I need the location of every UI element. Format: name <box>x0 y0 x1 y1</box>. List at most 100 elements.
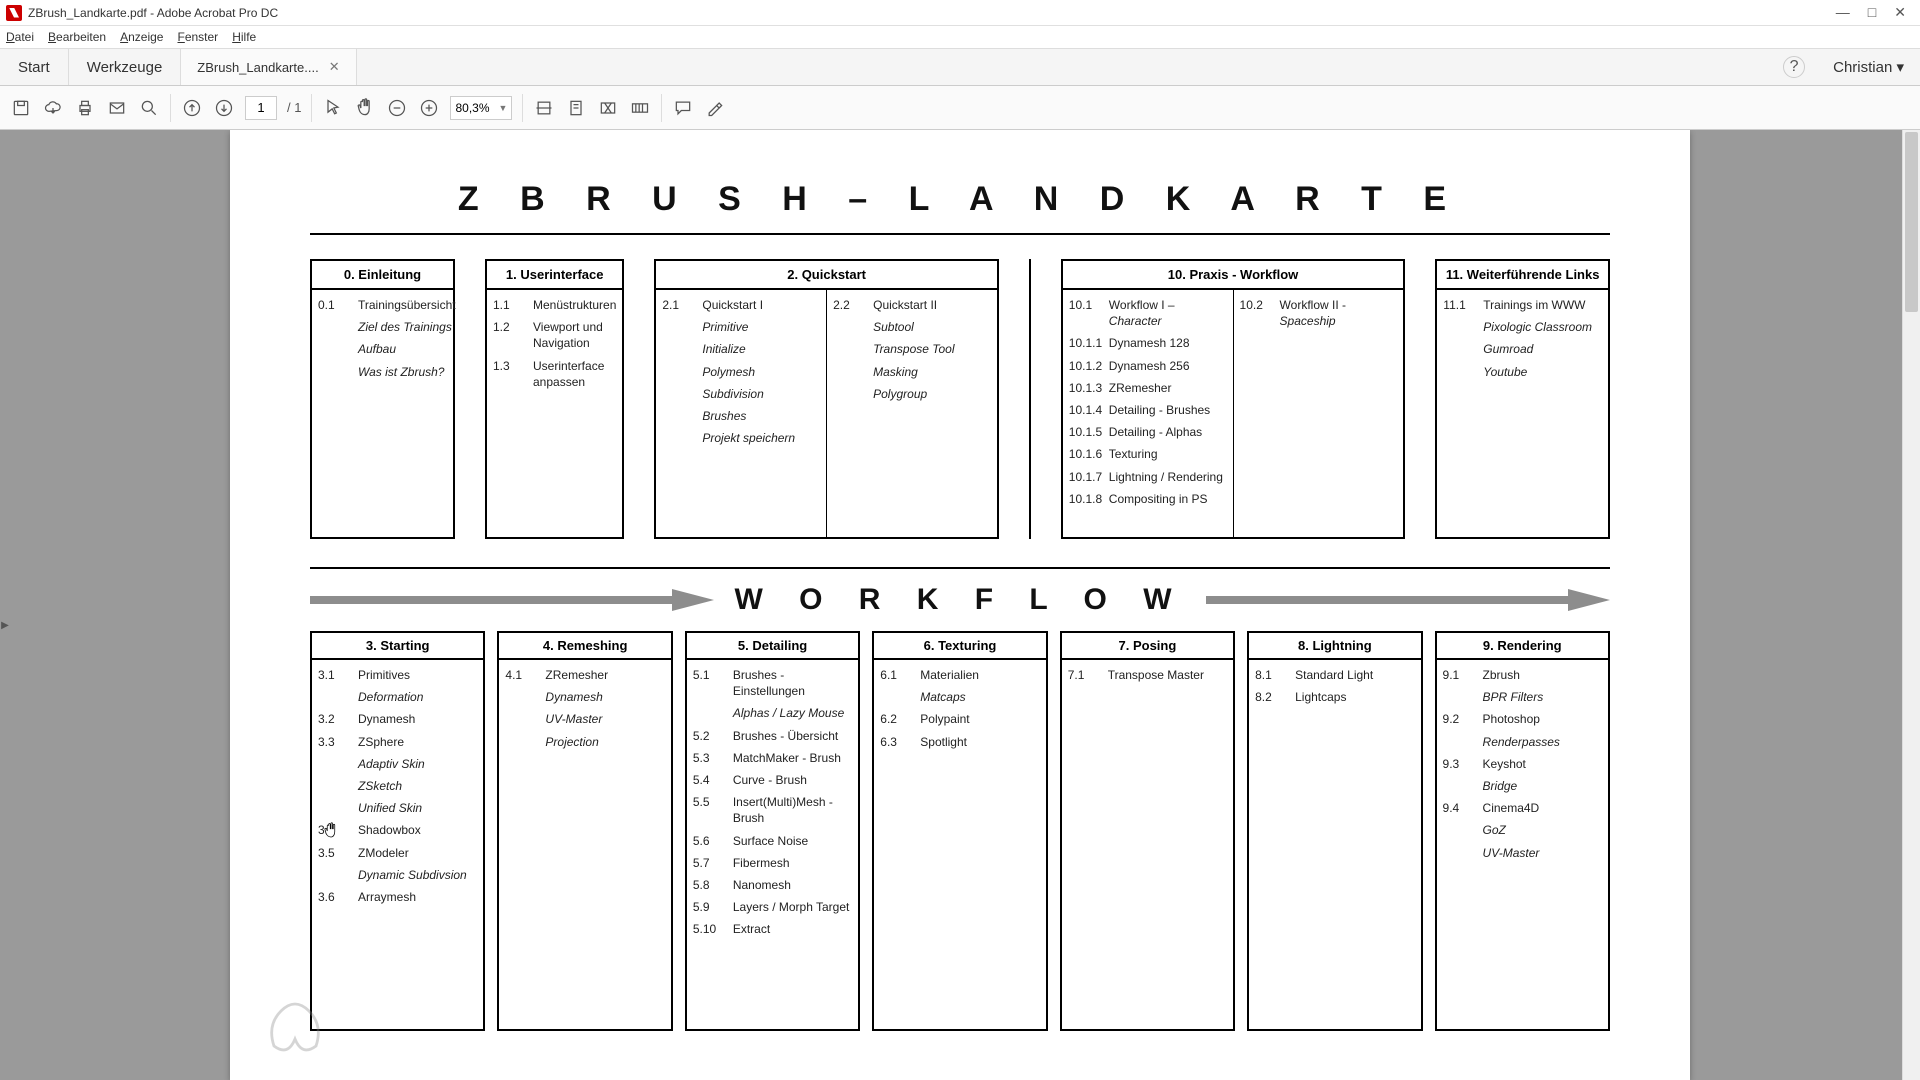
toc-card: 2. Quickstart2.1Quickstart IPrimitiveIni… <box>654 259 998 539</box>
toc-entry: Masking <box>833 361 991 383</box>
toc-entry: Deformation <box>318 686 477 708</box>
toc-entry: GoZ <box>1443 819 1602 841</box>
toc-card: 11. Weiterführende Links11.1Trainings im… <box>1435 259 1610 539</box>
rule <box>310 567 1610 569</box>
toc-entry: 9.3Keyshot <box>1443 753 1602 775</box>
menu-hilfe[interactable]: Hilfe <box>232 30 256 44</box>
toc-entry: Dynamesh <box>505 686 664 708</box>
toc-entry: Adaptiv Skin <box>318 753 477 775</box>
toc-entry: 3.5ZModeler <box>318 842 477 864</box>
toc-entry: ZSketch <box>318 775 477 797</box>
highlight-icon[interactable] <box>704 97 726 119</box>
toc-card: 10. Praxis - Workflow10.1Workflow I – Ch… <box>1061 259 1405 539</box>
card-head: 0. Einleitung <box>312 261 453 290</box>
toc-entry: 8.1Standard Light <box>1255 664 1414 686</box>
pointer-icon[interactable] <box>322 97 344 119</box>
toc-entry: 10.1.2Dynamesh 256 <box>1069 355 1227 377</box>
tab-document[interactable]: ZBrush_Landkarte.... ✕ <box>181 49 356 85</box>
fit-page-icon[interactable] <box>565 97 587 119</box>
toc-entry: Alphas / Lazy Mouse <box>693 702 852 724</box>
vertical-split <box>1029 259 1031 539</box>
user-menu[interactable]: Christian ▾ <box>1817 49 1920 85</box>
toc-entry: 9.1Zbrush <box>1443 664 1602 686</box>
toc-entry: 10.1.6Texturing <box>1069 443 1227 465</box>
arrow-left <box>310 593 714 607</box>
menu-bearbeiten[interactable]: Bearbeiten <box>48 30 106 44</box>
arrow-right <box>1206 593 1610 607</box>
hand-icon[interactable] <box>354 97 376 119</box>
minimize-button[interactable]: — <box>1836 4 1850 21</box>
tab-close-icon[interactable]: ✕ <box>329 59 340 75</box>
toc-entry: Polygroup <box>833 383 991 405</box>
toc-entry: 10.1.5Detailing - Alphas <box>1069 421 1227 443</box>
toc-entry: 10.2Workflow II - Spaceship <box>1240 294 1398 332</box>
maximize-button[interactable]: □ <box>1868 4 1876 21</box>
menu-anzeige[interactable]: Anzeige <box>120 30 163 44</box>
tab-tools[interactable]: Werkzeuge <box>69 49 182 85</box>
zoom-select[interactable]: 80,3% ▼ <box>450 96 512 120</box>
scrollbar-thumb[interactable] <box>1905 132 1918 312</box>
card-head: 1. Userinterface <box>487 261 622 290</box>
toc-entry: Renderpasses <box>1443 731 1602 753</box>
toolbar: / 1 80,3% ▼ <box>0 86 1920 130</box>
toc-entry: Pixologic Classroom <box>1443 316 1602 338</box>
toc-entry: Initialize <box>662 338 820 360</box>
toc-entry: 5.2Brushes - Übersicht <box>693 725 852 747</box>
close-button[interactable]: ✕ <box>1894 4 1906 21</box>
fit-visible-icon[interactable] <box>597 97 619 119</box>
page-input[interactable] <box>245 96 277 120</box>
sidepanel-handle[interactable]: ▶ <box>0 605 10 645</box>
top-row: 0. Einleitung0.1TrainingsübersichtZiel d… <box>310 259 1610 539</box>
toc-entry: 1.1Menüstrukturen <box>493 294 616 316</box>
toc-entry: 10.1.7Lightning / Rendering <box>1069 466 1227 488</box>
toc-entry: 5.4Curve - Brush <box>693 769 852 791</box>
chevron-down-icon: ▼ <box>499 103 508 113</box>
zoom-in-icon[interactable] <box>418 97 440 119</box>
menu-datei[interactable]: Datei <box>6 30 34 44</box>
toc-entry: Projekt speichern <box>662 427 820 449</box>
page-down-icon[interactable] <box>213 97 235 119</box>
titlebar: ZBrush_Landkarte.pdf - Adobe Acrobat Pro… <box>0 0 1920 26</box>
read-mode-icon[interactable] <box>629 97 651 119</box>
viewport[interactable]: ▶ Z B R U S H – L A N D K A R T E 0. Ein… <box>0 130 1920 1080</box>
toc-entry: Dynamic Subdivsion <box>318 864 477 886</box>
menubar: Datei Bearbeiten Anzeige Fenster Hilfe <box>0 26 1920 48</box>
toc-entry: 10.1.4Detailing - Brushes <box>1069 399 1227 421</box>
toc-entry: 3.3ZSphere <box>318 731 477 753</box>
mail-icon[interactable] <box>106 97 128 119</box>
zoom-out-icon[interactable] <box>386 97 408 119</box>
toc-entry: 4.1ZRemesher <box>505 664 664 686</box>
page-up-icon[interactable] <box>181 97 203 119</box>
toc-entry: 11.1Trainings im WWW <box>1443 294 1602 316</box>
toc-entry: 1.3Userinterface anpassen <box>493 355 616 393</box>
fit-width-icon[interactable] <box>533 97 555 119</box>
comment-icon[interactable] <box>672 97 694 119</box>
workflow-card: 3. Starting3.1PrimitivesDeformation3.2Dy… <box>310 631 485 1031</box>
toc-entry: 5.9Layers / Morph Target <box>693 896 852 918</box>
help-icon[interactable]: ? <box>1783 56 1805 78</box>
toc-entry: Aufbau <box>318 338 456 360</box>
workflow-row: W O R K F L O W <box>310 583 1610 617</box>
tab-start[interactable]: Start <box>0 49 69 85</box>
toc-entry: 7.1Transpose Master <box>1068 664 1227 686</box>
toc-entry: 9.4Cinema4D <box>1443 797 1602 819</box>
toc-entry: Projection <box>505 731 664 753</box>
toc-entry: Brushes <box>662 405 820 427</box>
toc-card: 1. Userinterface 1.1Menüstrukturen1.2View… <box>485 259 624 539</box>
toc-entry: Primitive <box>662 316 820 338</box>
zoom-value: 80,3% <box>455 101 489 115</box>
cloud-icon[interactable] <box>42 97 64 119</box>
tab-document-label: ZBrush_Landkarte.... <box>197 60 318 75</box>
save-icon[interactable] <box>10 97 32 119</box>
toc-entry: 1.2Viewport und Navigation <box>493 316 616 354</box>
workflow-title: W O R K F L O W <box>734 583 1185 617</box>
search-icon[interactable] <box>138 97 160 119</box>
card-head: 10. Praxis - Workflow <box>1063 261 1403 290</box>
toc-entry: UV-Master <box>505 708 664 730</box>
scrollbar[interactable] <box>1902 130 1920 1080</box>
toc-entry: Youtube <box>1443 361 1602 383</box>
window-title: ZBrush_Landkarte.pdf - Adobe Acrobat Pro… <box>28 6 1836 20</box>
toc-entry: 6.3Spotlight <box>880 731 1039 753</box>
menu-fenster[interactable]: Fenster <box>177 30 218 44</box>
print-icon[interactable] <box>74 97 96 119</box>
